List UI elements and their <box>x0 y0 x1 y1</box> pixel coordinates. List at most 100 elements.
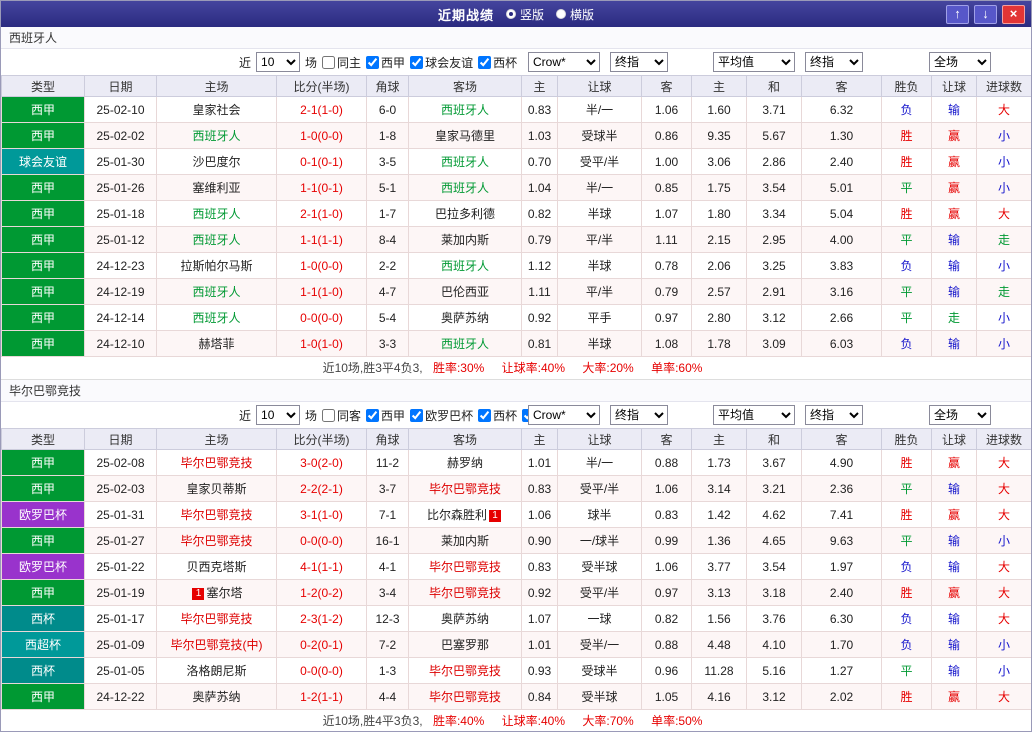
competition-checkbox-europa[interactable]: 欧罗巴杯 <box>410 407 473 424</box>
layout-vertical-radio[interactable]: 竖版 <box>506 6 544 23</box>
average-final-select[interactable]: 终指 <box>805 405 863 425</box>
avg-odds-draw: 4.10 <box>747 632 802 658</box>
result-handicap: 赢 <box>932 450 977 476</box>
match-count-select[interactable]: 10 <box>256 52 300 72</box>
odds-final-select[interactable]: 终指 <box>610 52 668 72</box>
match-score: 3-0(2-0) <box>277 450 367 476</box>
avg-odds-away: 5.04 <box>802 201 882 227</box>
avg-odds-draw: 2.91 <box>747 279 802 305</box>
move-up-button[interactable]: ↑ <box>946 5 969 24</box>
odds-final-select[interactable]: 终指 <box>610 405 668 425</box>
corner-score: 7-1 <box>367 502 409 528</box>
checkbox-input[interactable] <box>410 409 423 422</box>
result-outcome: 胜 <box>882 450 932 476</box>
checkbox-input[interactable] <box>366 56 379 69</box>
avg-odds-home: 3.14 <box>692 476 747 502</box>
team-section-espanyol: 西班牙人 近 10 场 同主 西甲 球会友谊 西杯 Crow* 终指 平均值 终… <box>1 27 1031 380</box>
average-selects: 平均值 终指 <box>713 405 863 425</box>
result-handicap: 赢 <box>932 175 977 201</box>
result-goals: 小 <box>977 632 1032 658</box>
avg-odds-away: 4.90 <box>802 450 882 476</box>
team-label: 皇家社会 <box>192 103 240 117</box>
odds-handicap: 受半球 <box>558 554 642 580</box>
result-handicap: 赢 <box>932 123 977 149</box>
checkbox-input[interactable] <box>410 56 423 69</box>
scope-select[interactable]: 全场 <box>929 52 991 72</box>
match-row: 西甲25-02-03皇家贝蒂斯2-2(2-1)3-7毕尔巴鄂竞技0.83受平/半… <box>2 476 1032 502</box>
result-goals: 大 <box>977 684 1032 710</box>
layout-horizontal-radio[interactable]: 横版 <box>556 6 594 23</box>
same-venue-checkbox[interactable]: 同客 <box>322 407 361 424</box>
average-select[interactable]: 平均值 <box>713 52 795 72</box>
odds-company-select[interactable]: Crow* <box>528 405 600 425</box>
avg-odds-away: 1.30 <box>802 123 882 149</box>
result-handicap: 输 <box>932 279 977 305</box>
away-team: 毕尔巴鄂竞技 <box>409 476 522 502</box>
team-label: 西班牙人 <box>441 181 489 195</box>
home-team: 沙巴度尔 <box>157 149 277 175</box>
avg-odds-away: 7.41 <box>802 502 882 528</box>
checkbox-input[interactable] <box>478 409 491 422</box>
avg-odds-home: 1.80 <box>692 201 747 227</box>
avg-odds-home: 2.57 <box>692 279 747 305</box>
result-outcome: 胜 <box>882 149 932 175</box>
match-date: 24-12-19 <box>85 279 157 305</box>
avg-odds-draw: 3.71 <box>747 97 802 123</box>
home-team: 西班牙人 <box>157 123 277 149</box>
result-goals: 大 <box>977 97 1032 123</box>
away-team: 西班牙人 <box>409 253 522 279</box>
col-away: 客场 <box>409 76 522 97</box>
odds-home: 1.03 <box>522 123 558 149</box>
odds-handicap: 一球 <box>558 606 642 632</box>
away-team: 毕尔巴鄂竞技 <box>409 658 522 684</box>
result-outcome: 平 <box>882 227 932 253</box>
result-goals: 小 <box>977 149 1032 175</box>
competition-badge: 西甲 <box>2 476 85 502</box>
match-date: 25-01-12 <box>85 227 157 253</box>
match-score: 0-1(0-1) <box>277 149 367 175</box>
result-outcome: 胜 <box>882 123 932 149</box>
competition-checkbox-laliga[interactable]: 西甲 <box>366 54 405 71</box>
competition-checkbox-copa[interactable]: 西杯 <box>478 407 517 424</box>
col-result-goals: 进球数 <box>977 76 1032 97</box>
scope-select[interactable]: 全场 <box>929 405 991 425</box>
away-team: 西班牙人 <box>409 175 522 201</box>
competition-checkbox-copa[interactable]: 西杯 <box>478 54 517 71</box>
avg-odds-home: 1.60 <box>692 97 747 123</box>
col-corner: 角球 <box>367 429 409 450</box>
checkbox-input[interactable] <box>322 409 335 422</box>
average-select[interactable]: 平均值 <box>713 405 795 425</box>
result-outcome: 胜 <box>882 502 932 528</box>
avg-odds-draw: 3.12 <box>747 305 802 331</box>
odds-home: 0.84 <box>522 684 558 710</box>
avg-odds-home: 3.06 <box>692 149 747 175</box>
same-venue-checkbox[interactable]: 同主 <box>322 54 361 71</box>
avg-odds-draw: 3.25 <box>747 253 802 279</box>
checkbox-input[interactable] <box>366 409 379 422</box>
average-final-select[interactable]: 终指 <box>805 52 863 72</box>
result-goals: 大 <box>977 502 1032 528</box>
match-count-select[interactable]: 10 <box>256 405 300 425</box>
competition-checkbox-laliga[interactable]: 西甲 <box>366 407 405 424</box>
avg-odds-draw: 4.65 <box>747 528 802 554</box>
result-goals: 走 <box>977 227 1032 253</box>
home-team: 毕尔巴鄂竞技 <box>157 450 277 476</box>
move-down-button[interactable]: ↓ <box>974 5 997 24</box>
match-score: 0-0(0-0) <box>277 528 367 554</box>
result-handicap: 赢 <box>932 502 977 528</box>
odds-company-select[interactable]: Crow* <box>528 52 600 72</box>
close-button[interactable]: × <box>1002 5 1025 24</box>
away-team: 西班牙人 <box>409 97 522 123</box>
match-score: 1-1(0-1) <box>277 175 367 201</box>
match-row: 西甲25-01-12西班牙人1-1(1-1)8-4莱加内斯0.79平/半1.11… <box>2 227 1032 253</box>
checkbox-input[interactable] <box>322 56 335 69</box>
red-card-badge: 1 <box>489 510 501 522</box>
team-label: 巴塞罗那 <box>441 638 489 652</box>
checkbox-input[interactable] <box>478 56 491 69</box>
competition-checkbox-friendly[interactable]: 球会友谊 <box>410 54 473 71</box>
match-date: 25-01-27 <box>85 528 157 554</box>
result-handicap: 赢 <box>932 201 977 227</box>
odds-home: 1.06 <box>522 502 558 528</box>
match-date: 24-12-22 <box>85 684 157 710</box>
scope-selects: 全场 <box>929 52 991 72</box>
